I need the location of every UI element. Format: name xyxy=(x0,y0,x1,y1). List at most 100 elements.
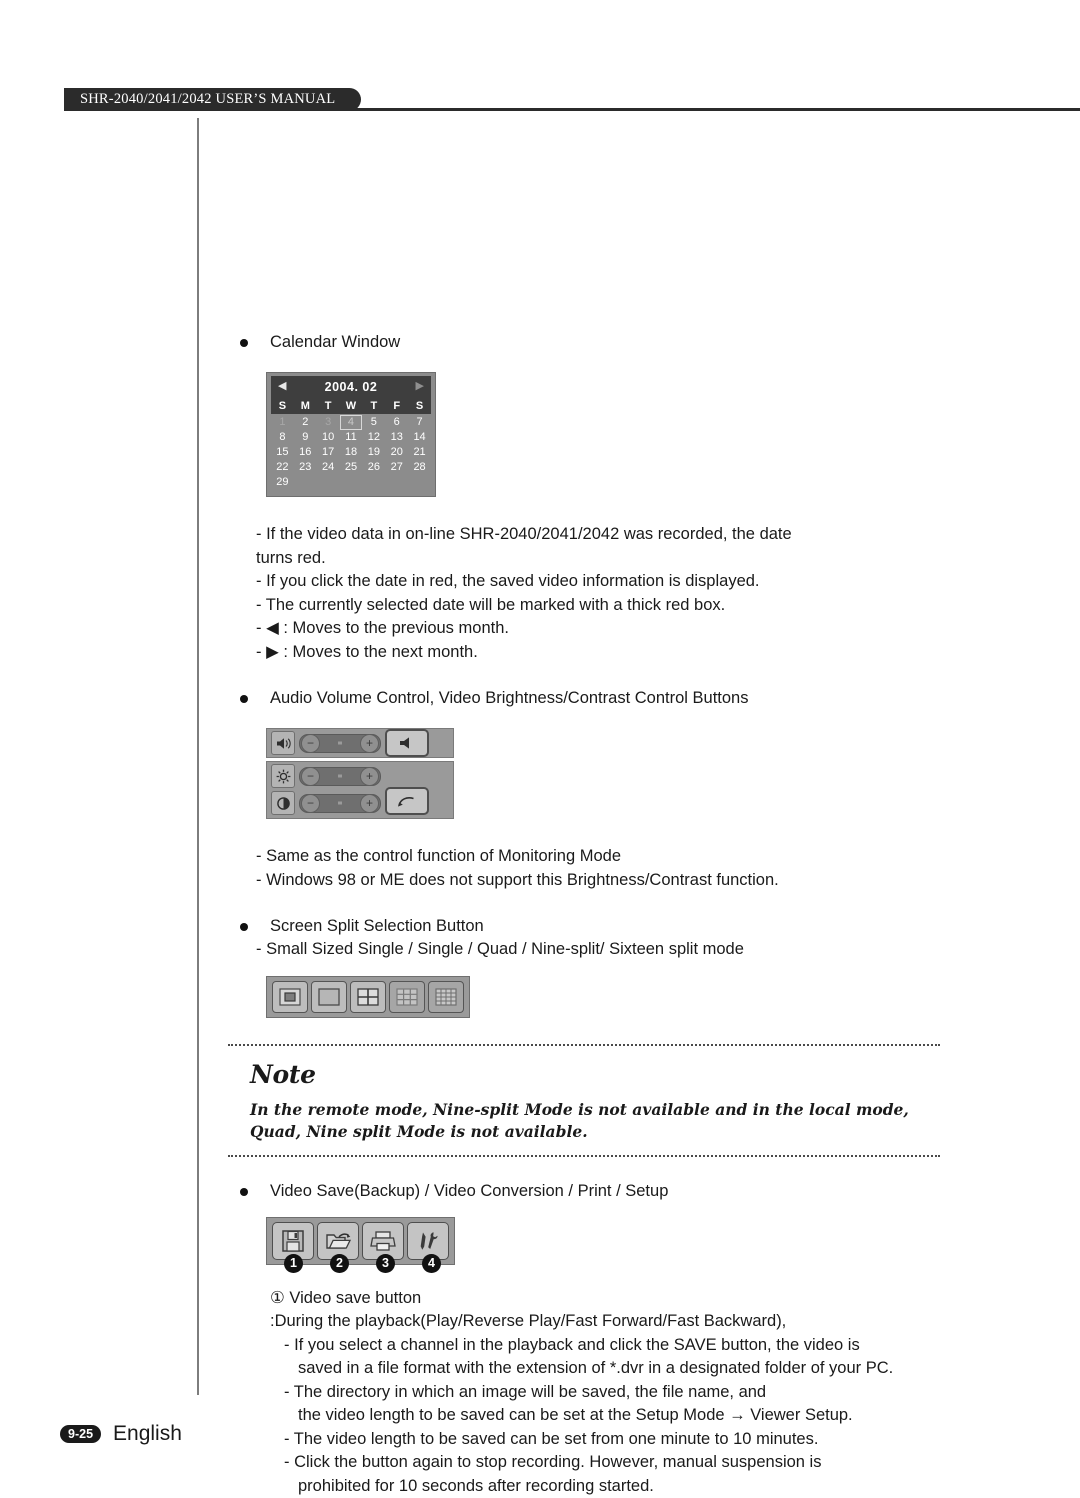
calendar-date-cell[interactable]: 27 xyxy=(385,460,408,475)
calendar-date-cell[interactable]: 19 xyxy=(362,445,385,460)
volume-minus-button[interactable]: − xyxy=(301,734,320,753)
calendar-notes-list: - If the video data in on-line SHR-2040/… xyxy=(256,523,1048,664)
list-item: :During the playback(Play/Reverse Play/F… xyxy=(270,1310,1048,1334)
calendar-date-cell[interactable]: 22 xyxy=(271,460,294,475)
calendar-date-cell[interactable]: 2 xyxy=(294,415,317,430)
av-control-panel: − + xyxy=(266,728,454,819)
detail-title: ① Video save button xyxy=(270,1287,1048,1311)
calendar-date-cell[interactable]: 26 xyxy=(362,460,385,475)
list-item: - If you click the date in red, the save… xyxy=(256,570,1048,594)
speaker-icon-glyph xyxy=(276,737,291,750)
list-item: - Windows 98 or ME does not support this… xyxy=(256,869,1048,893)
list-item: - ◀ : Moves to the previous month. xyxy=(256,617,1048,641)
nine-layout-icon xyxy=(396,988,418,1006)
calendar-date-cell[interactable]: 28 xyxy=(408,460,431,475)
list-item: - The directory in which an image will b… xyxy=(270,1381,1048,1405)
list-item: turns red. xyxy=(256,547,1048,571)
single-split-button[interactable] xyxy=(311,981,347,1013)
contrast-minus-button[interactable]: − xyxy=(301,794,320,813)
calendar-date-cell[interactable]: 6 xyxy=(385,415,408,430)
calendar-date-cell[interactable]: 1 xyxy=(271,415,294,430)
list-item: - ▶ : Moves to the next month. xyxy=(256,641,1048,665)
prev-month-arrow-icon[interactable]: ◀ xyxy=(278,381,286,392)
calendar-date-cell[interactable]: 9 xyxy=(294,430,317,445)
calendar-date-cell[interactable]: 24 xyxy=(317,460,340,475)
brightness-plus-button[interactable]: + xyxy=(360,767,379,786)
video-save-figure: 1 2 3 4 xyxy=(266,1217,1048,1273)
calendar-date-cell[interactable]: 8 xyxy=(271,430,294,445)
note-body: In the remote mode, Nine-split Mode is n… xyxy=(250,1099,920,1143)
calendar-dow-tue: T xyxy=(317,400,340,412)
calendar-date-cell[interactable]: 21 xyxy=(408,445,431,460)
calendar-date-cell[interactable]: 4 xyxy=(340,415,363,430)
calendar-dow-wed: W xyxy=(340,400,363,412)
contrast-plus-button[interactable]: + xyxy=(360,794,379,813)
manual-title: SHR-2040/2041/2042 USER’S MANUAL xyxy=(64,88,361,111)
calendar-date-cell[interactable]: 11 xyxy=(340,430,363,445)
calendar-date-cell[interactable]: 29 xyxy=(271,475,294,490)
number-badge-1: 1 xyxy=(272,1254,315,1273)
mute-button[interactable] xyxy=(385,729,429,757)
contrast-control-row: − + xyxy=(271,791,381,815)
brightness-control-row: − + xyxy=(271,764,381,788)
calendar-date-cell[interactable]: 3 xyxy=(317,415,340,430)
quad-split-button[interactable] xyxy=(350,981,386,1013)
calendar-day-headers: S M T W T F S xyxy=(271,397,431,414)
calendar-nav-bar: ◀ 2004. 02 ▶ xyxy=(271,376,431,397)
brightness-slider[interactable]: − + xyxy=(299,767,381,786)
calendar-date-grid[interactable]: 1234567891011121314151617181920212223242… xyxy=(271,414,431,490)
brightness-icon-glyph xyxy=(276,769,291,784)
av-control-figure: − + xyxy=(266,728,1048,819)
calendar-date-cell[interactable]: 5 xyxy=(362,415,385,430)
contrast-icon[interactable] xyxy=(271,791,295,815)
page-footer: 9-25 English xyxy=(60,1422,182,1446)
calendar-date-cell[interactable]: 17 xyxy=(317,445,340,460)
calendar-date-cell[interactable]: 14 xyxy=(408,430,431,445)
volume-plus-button[interactable]: + xyxy=(360,734,379,753)
brightness-icon[interactable] xyxy=(271,764,295,788)
calendar-date-cell[interactable]: 12 xyxy=(362,430,385,445)
screen-split-toolbar xyxy=(266,976,470,1018)
calendar-date-cell[interactable]: 20 xyxy=(385,445,408,460)
calendar-date-cell[interactable]: 25 xyxy=(340,460,363,475)
list-item: - The video length to be saved can be se… xyxy=(270,1428,1048,1452)
video-control-block: − + − xyxy=(266,761,454,819)
heading-video-save: Video Save(Backup) / Video Conversion / … xyxy=(228,1179,1048,1203)
calendar-date-cell[interactable]: 18 xyxy=(340,445,363,460)
screen-split-notes-list: - Small Sized Single / Single / Quad / N… xyxy=(256,938,1048,962)
calendar-dow-fri: F xyxy=(385,400,408,412)
calendar-date-cell[interactable]: 15 xyxy=(271,445,294,460)
calendar-widget[interactable]: ◀ 2004. 02 ▶ S M T W T F S 1234567891011… xyxy=(266,372,436,497)
list-item: - Click the button again to stop recordi… xyxy=(270,1451,1048,1475)
sixteen-split-button[interactable] xyxy=(428,981,464,1013)
nine-split-button[interactable] xyxy=(389,981,425,1013)
next-month-arrow-icon[interactable]: ▶ xyxy=(416,381,424,392)
list-item: - If you select a channel in the playbac… xyxy=(270,1334,1048,1358)
calendar-date-cell[interactable]: 16 xyxy=(294,445,317,460)
small-single-split-button[interactable] xyxy=(272,981,308,1013)
page-content: Calendar Window ◀ 2004. 02 ▶ S M T W T F… xyxy=(228,330,1048,1498)
number-circle: 2 xyxy=(330,1254,349,1273)
list-item: saved in a file format with the extensio… xyxy=(270,1357,1048,1381)
calendar-date-cell[interactable]: 23 xyxy=(294,460,317,475)
calendar-date-cell[interactable]: 7 xyxy=(408,415,431,430)
volume-slider[interactable]: − + xyxy=(299,734,381,753)
contrast-slider[interactable]: − + xyxy=(299,794,381,813)
brightness-minus-button[interactable]: − xyxy=(301,767,320,786)
number-badge-3: 3 xyxy=(364,1254,407,1273)
single-layout-icon xyxy=(318,988,340,1006)
calendar-date-cell[interactable]: 10 xyxy=(317,430,340,445)
heading-av-control: Audio Volume Control, Video Brightness/C… xyxy=(228,686,1048,710)
list-item: the video length to be saved can be set … xyxy=(270,1404,1048,1428)
av-notes-list: - Same as the control function of Monito… xyxy=(256,845,1048,892)
video-reset-button[interactable] xyxy=(385,787,429,815)
list-item: prohibited for 10 seconds after recordin… xyxy=(270,1475,1048,1498)
calendar-month-title: 2004. 02 xyxy=(325,380,378,394)
list-item: - Small Sized Single / Single / Quad / N… xyxy=(256,938,1048,962)
calendar-date-cell[interactable]: 13 xyxy=(385,430,408,445)
list-item: - The currently selected date will be ma… xyxy=(256,594,1048,618)
number-circle: 4 xyxy=(422,1254,441,1273)
speaker-icon[interactable] xyxy=(271,731,295,755)
floppy-disk-icon xyxy=(281,1229,305,1253)
list-item: - Same as the control function of Monito… xyxy=(256,845,1048,869)
